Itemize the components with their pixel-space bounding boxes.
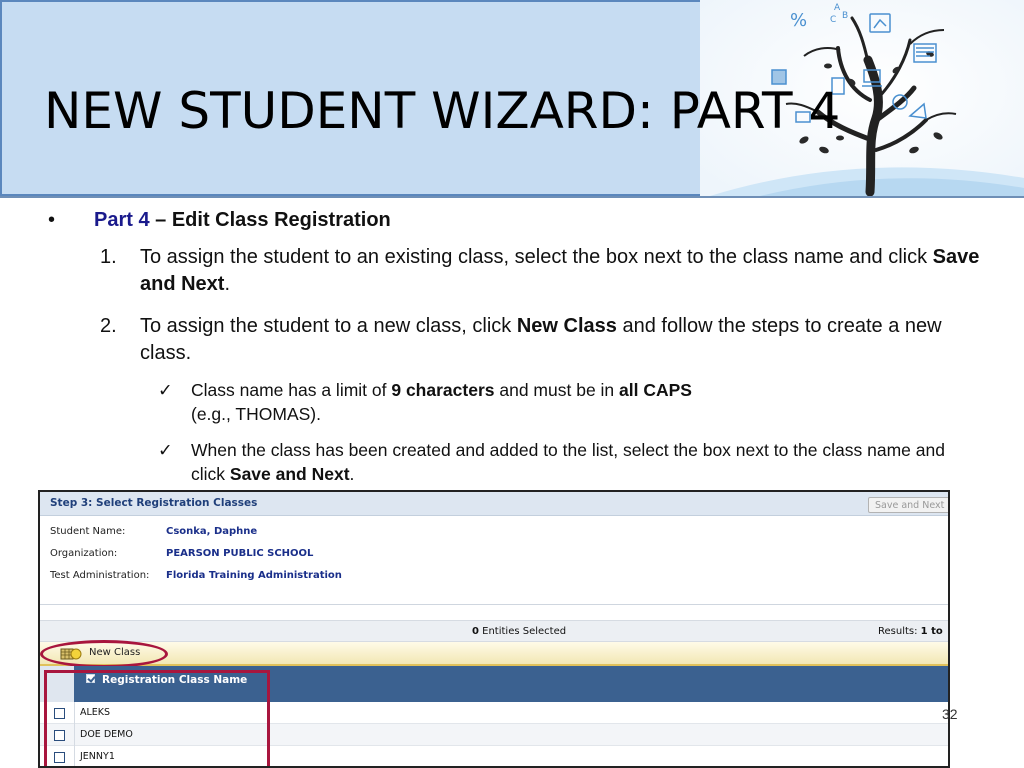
step-text: To assign the student to a new class, cl… — [140, 313, 980, 367]
save-and-next-button[interactable]: Save and Next — [868, 497, 948, 513]
slide-header: % A C B NEW STUDENT WIZARD: PART 4 — [0, 0, 1024, 198]
step-header-bar: Step 3: Select Registration Classes Save… — [40, 492, 948, 516]
check-text-plain: Class name has a limit of — [191, 380, 392, 400]
step-text-plain: To assign the student to a new class, cl… — [140, 315, 517, 337]
check-text: When the class has been created and adde… — [191, 438, 981, 486]
page-number: 32 — [942, 706, 958, 722]
results-value: 1 to — [920, 626, 943, 637]
header-divider — [0, 196, 1024, 198]
field-label: Organization: — [50, 548, 118, 559]
check-text: Class name has a limit of 9 characters a… — [191, 378, 981, 426]
selection-status-bar: 0 Entities Selected Results: 1 to — [40, 620, 948, 642]
step-number: 2. — [100, 315, 117, 337]
results-indicator: Results: 1 to — [878, 626, 943, 637]
check-text-plain: and must be in — [494, 380, 620, 400]
svg-text:B: B — [842, 11, 848, 21]
registration-classes-screenshot: Step 3: Select Registration Classes Save… — [38, 490, 950, 768]
check-text-plain: (e.g., THOMAS). — [191, 404, 321, 424]
slide-title: NEW STUDENT WIZARD: PART 4 — [44, 82, 841, 140]
step-text-plain: To assign the student to an existing cla… — [140, 246, 933, 268]
field-value: Florida Training Administration — [166, 570, 342, 581]
field-value: Csonka, Daphne — [166, 526, 258, 537]
entities-count: 0 — [472, 626, 479, 637]
part-label: Part 4 — [94, 209, 150, 231]
svg-text:%: % — [790, 10, 807, 31]
new-class-highlight — [40, 640, 168, 668]
svg-text:C: C — [830, 15, 836, 25]
check-text-bold: 9 characters — [391, 380, 495, 400]
check-mark-icon: ✓ — [158, 440, 173, 460]
step-text-end: . — [224, 273, 231, 295]
step-title: Step 3: Select Registration Classes — [50, 497, 258, 509]
field-label: Student Name: — [50, 526, 126, 537]
check-text-bold: all CAPS — [619, 380, 692, 400]
field-label: Test Administration: — [50, 570, 150, 581]
results-label: Results: — [878, 626, 921, 637]
bullet-dot-icon: • — [48, 209, 56, 231]
step-number: 1. — [100, 246, 117, 268]
part-description: – Edit Class Registration — [149, 209, 391, 231]
check-text-plain: . — [349, 464, 355, 484]
grid-toolbar: New Class — [40, 642, 948, 666]
entities-selected: 0 Entities Selected — [472, 626, 566, 637]
section-divider — [40, 604, 948, 605]
entities-label: Entities Selected — [478, 626, 567, 637]
check-text-bold: Save and Next — [229, 464, 350, 484]
step-text: To assign the student to an existing cla… — [140, 244, 980, 298]
svg-text:A: A — [834, 3, 841, 13]
step-text-bold: New Class — [516, 315, 617, 337]
class-list-highlight — [44, 670, 270, 766]
part-heading: Part 4 – Edit Class Registration — [94, 208, 391, 233]
field-value: PEARSON PUBLIC SCHOOL — [166, 548, 314, 559]
check-mark-icon: ✓ — [158, 380, 173, 400]
